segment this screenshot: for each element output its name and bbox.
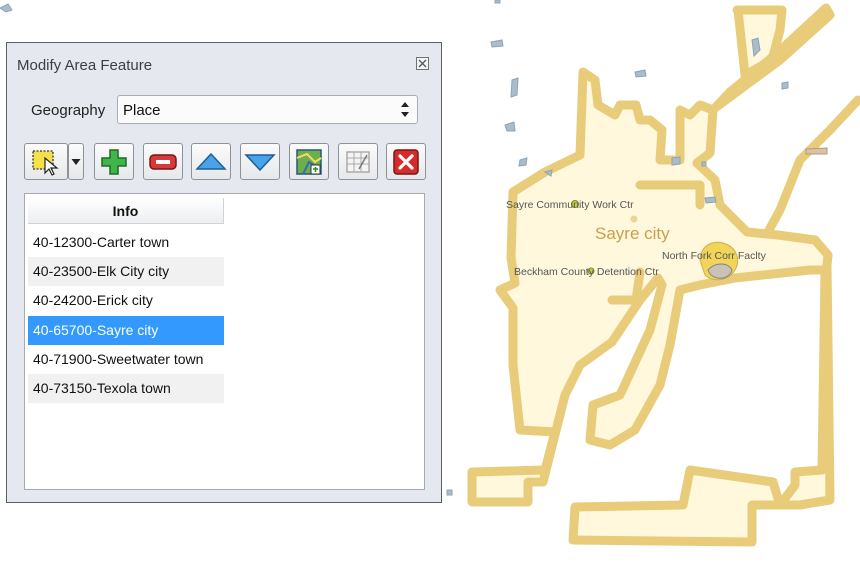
select-mode-dropdown[interactable] [68, 143, 84, 180]
select-feature-icon [32, 149, 59, 176]
add-icon [101, 148, 127, 175]
geography-select-value: Place [123, 102, 161, 119]
add-button[interactable] [94, 143, 134, 180]
geography-select[interactable]: Place [117, 95, 418, 124]
move-down-button[interactable] [240, 143, 280, 180]
info-column-header[interactable]: Info [28, 198, 224, 224]
place-centroid-marker [630, 215, 638, 223]
map-edit-icon [296, 148, 322, 175]
move-up-button[interactable] [191, 143, 231, 180]
list-item[interactable]: 40-71900-Sweetwater town [28, 345, 224, 374]
remove-button[interactable] [143, 143, 183, 180]
list-item[interactable]: 40-73150-Texola town [28, 373, 224, 404]
remove-icon [149, 153, 177, 170]
close-icon [418, 59, 427, 68]
place-list: Info 40-12300-Carter town 40-23500-Elk Ci… [24, 193, 425, 490]
place-label: Sayre city [595, 224, 670, 243]
list-item[interactable]: 40-24200-Erick city [28, 286, 224, 315]
list-item[interactable]: 40-23500-Elk City city [28, 257, 224, 287]
list-item[interactable]: 40-12300-Carter town [28, 228, 224, 257]
close-panel-button[interactable] [416, 57, 429, 70]
move-up-icon [195, 152, 227, 170]
panel-titlebar[interactable]: Modify Area Feature [7, 43, 441, 83]
attribute-table-icon [346, 150, 370, 173]
feature-toolbar [24, 143, 434, 183]
geography-label: Geography [31, 102, 106, 119]
select-feature-button[interactable] [24, 143, 68, 180]
place-list-rows: 40-12300-Carter town 40-23500-Elk City ci… [28, 228, 224, 404]
updown-arrows-icon [401, 102, 409, 117]
modify-area-feature-panel: Modify Area Feature Geography Place Info… [6, 42, 442, 503]
attribute-table-button[interactable] [338, 143, 378, 180]
panel-title: Modify Area Feature [17, 57, 153, 74]
poi-label-corr-facility: North Fork Corr Faclty [662, 250, 767, 262]
map-edit-button[interactable] [289, 143, 329, 180]
dropdown-arrow-icon [71, 158, 81, 165]
move-down-icon [244, 153, 276, 171]
list-item[interactable]: 40-65700-Sayre city [28, 315, 224, 345]
delete-button[interactable] [386, 143, 426, 180]
poi-label-detention-ctr: Beckham County Detention Ctr [514, 266, 659, 278]
delete-icon [393, 148, 419, 175]
poi-label-work-ctr: Sayre Community Work Ctr [506, 199, 634, 211]
